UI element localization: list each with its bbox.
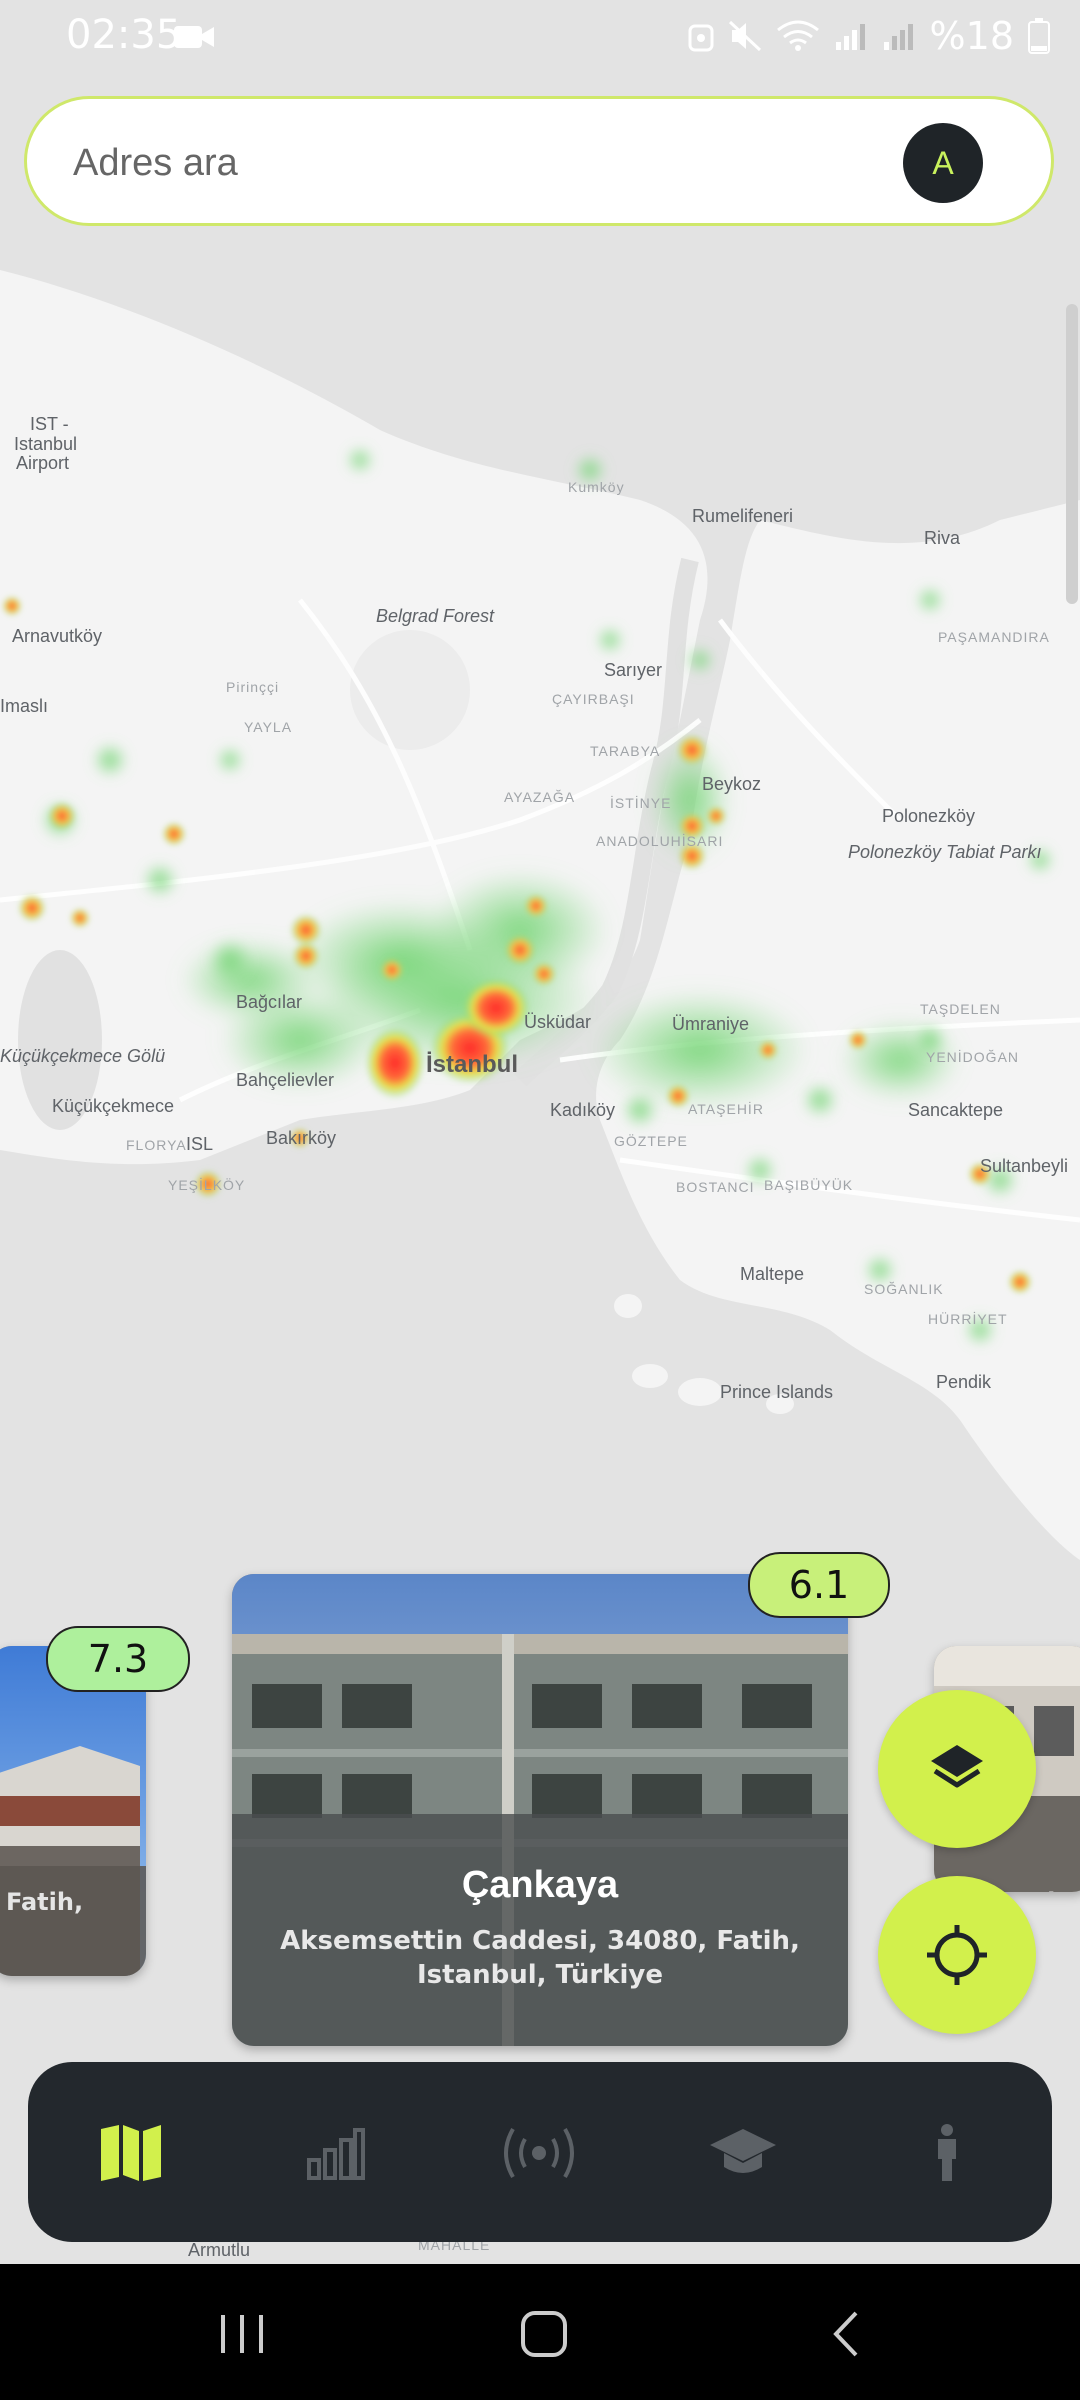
map-label: IST - — [30, 414, 69, 434]
map-label: İstanbul — [426, 1051, 518, 1078]
nav-map[interactable] — [86, 2108, 176, 2198]
map-label: Ümraniye — [672, 1014, 749, 1034]
avatar-letter: A — [932, 144, 954, 181]
layers-icon — [931, 1745, 983, 1788]
map-label: Bahçelievler — [236, 1070, 334, 1090]
layers-button[interactable] — [878, 1690, 1036, 1848]
map-label: Armutlu — [188, 2240, 250, 2260]
map-label: ANADOLUHİSARI — [596, 832, 723, 849]
broadcast-icon — [504, 2127, 574, 2179]
map-label: YEŞİLKÖY — [168, 1176, 245, 1193]
map-label: Bağcılar — [236, 992, 302, 1012]
map-label: Küçükçekmece Gölü — [0, 1046, 165, 1066]
person-icon — [938, 2124, 956, 2181]
map-label: FLORYA — [126, 1137, 187, 1153]
map-label: TAŞDELEN — [920, 1001, 1001, 1017]
signal-icon — [835, 24, 865, 50]
map-label: SOĞANLIK — [864, 1281, 944, 1297]
map-label: Kumköy — [568, 479, 625, 495]
avatar[interactable]: A — [903, 123, 983, 203]
map-label: Rumelifeneri — [692, 506, 793, 526]
map-label: Maltepe — [740, 1264, 804, 1284]
battery-icon — [1028, 18, 1050, 54]
signal-icon — [883, 24, 913, 50]
card-address: ttalga — [1008, 1888, 1080, 1892]
back-icon — [833, 2311, 858, 2357]
map-label: Sarıyer — [604, 660, 662, 680]
back-button[interactable] — [806, 2304, 886, 2364]
map-label: Kadıköy — [550, 1100, 615, 1120]
map-label: Pendik — [936, 1372, 992, 1392]
map-label: Polonezköy — [882, 806, 975, 826]
nav-statistics[interactable] — [290, 2108, 380, 2198]
card-address: Aksemsettin Caddesi, 34080, Fatih, Istan… — [280, 1926, 800, 1990]
place-card-left[interactable]: Fatih, — [0, 1646, 146, 1976]
map-label: Pirinççi — [226, 679, 279, 695]
map-label: YENİDOĞAN — [926, 1048, 1019, 1065]
map-label: AYAZAĞA — [504, 789, 575, 805]
search-bar[interactable]: A — [24, 96, 1054, 226]
map-label: Küçükçekmece — [52, 1096, 174, 1116]
map-label: Bakırköy — [266, 1128, 336, 1148]
place-card[interactable]: Çankaya Aksemsettin Caddesi, 34080, Fati… — [232, 1574, 848, 2046]
home-button[interactable] — [504, 2304, 584, 2364]
nav-live[interactable] — [494, 2108, 584, 2198]
map-label: HÜRRİYET — [928, 1310, 1008, 1327]
bottom-navigation — [28, 2062, 1052, 2242]
video-camera-icon — [174, 26, 214, 48]
map-label: GÖZTEPE — [614, 1132, 688, 1149]
map-label: Riva — [924, 528, 961, 548]
mute-icon — [728, 20, 761, 52]
bar-chart-icon — [307, 2128, 365, 2180]
map-label: Sancaktepe — [908, 1100, 1003, 1120]
system-navigation-bar — [0, 2264, 1080, 2400]
map-label: İSTİNYE — [610, 794, 671, 811]
heatspot — [365, 1027, 425, 1099]
battery-percent: %18 — [929, 14, 1014, 58]
score-badge: 6.1 — [748, 1552, 890, 1618]
recent-apps-icon — [221, 2315, 263, 2353]
map-label: Imaslı — [0, 696, 48, 716]
nav-profile[interactable] — [902, 2108, 992, 2198]
card-address: Fatih, — [6, 1888, 84, 1916]
wifi-icon — [776, 20, 819, 51]
graduation-cap-icon — [710, 2129, 776, 2173]
crosshair-icon — [927, 1925, 987, 1985]
map-label: ATAŞEHİR — [688, 1100, 764, 1117]
map-label: Istanbul — [14, 434, 77, 454]
my-location-button[interactable] — [878, 1876, 1036, 2034]
map-label: Polonezköy Tabiat Parkı — [848, 842, 1041, 862]
search-input[interactable] — [71, 129, 855, 197]
map-label: ÇAYIRBAŞI — [552, 691, 635, 707]
map-label: Belgrad Forest — [376, 606, 495, 626]
map-label: ISL — [186, 1134, 213, 1154]
recent-apps-button[interactable] — [202, 2304, 282, 2364]
map-label: PAŞAMANDIRA — [938, 629, 1050, 645]
map-label: Airport — [16, 453, 69, 473]
map-label: BOSTANCI — [676, 1179, 755, 1195]
map-label: TARABYA — [590, 743, 660, 759]
home-icon — [521, 2311, 567, 2357]
map-label: Üsküdar — [524, 1012, 591, 1032]
heatspot — [462, 978, 530, 1038]
map-label: BAŞIBÜYÜK — [764, 1176, 853, 1193]
map-label: YAYLA — [244, 719, 292, 735]
map-label: Arnavutköy — [12, 626, 102, 646]
score-badge: 7.3 — [46, 1626, 190, 1692]
alarm-icon — [688, 24, 714, 52]
status-time: 02:35 — [66, 12, 182, 58]
card-title: Çankaya — [461, 1864, 619, 1906]
status-bar: 02:35 %18 — [0, 0, 1080, 80]
building-photo — [0, 1646, 146, 1976]
nav-education[interactable] — [698, 2108, 788, 2198]
map-label: Beykoz — [702, 774, 761, 794]
map-label: Sultanbeyli — [980, 1156, 1068, 1176]
map-label: Prince Islands — [720, 1382, 833, 1402]
map-icon — [101, 2125, 161, 2181]
